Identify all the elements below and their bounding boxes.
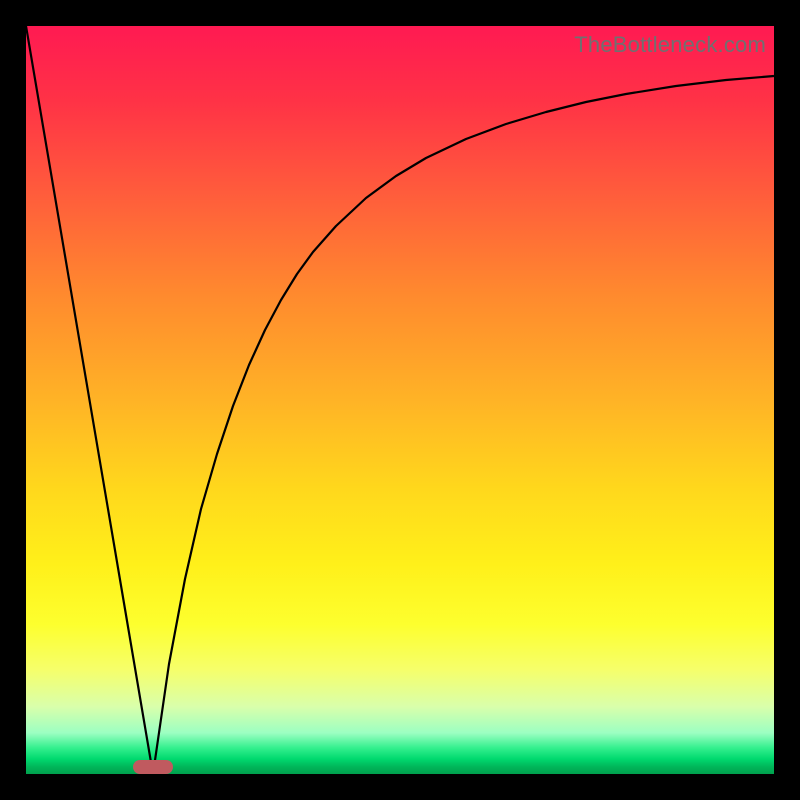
- minimum-marker: [133, 760, 173, 774]
- plot-area: TheBottleneck.com: [26, 26, 774, 774]
- chart-frame: TheBottleneck.com: [0, 0, 800, 800]
- curve-svg: [26, 26, 774, 774]
- bottleneck-curve: [26, 26, 774, 774]
